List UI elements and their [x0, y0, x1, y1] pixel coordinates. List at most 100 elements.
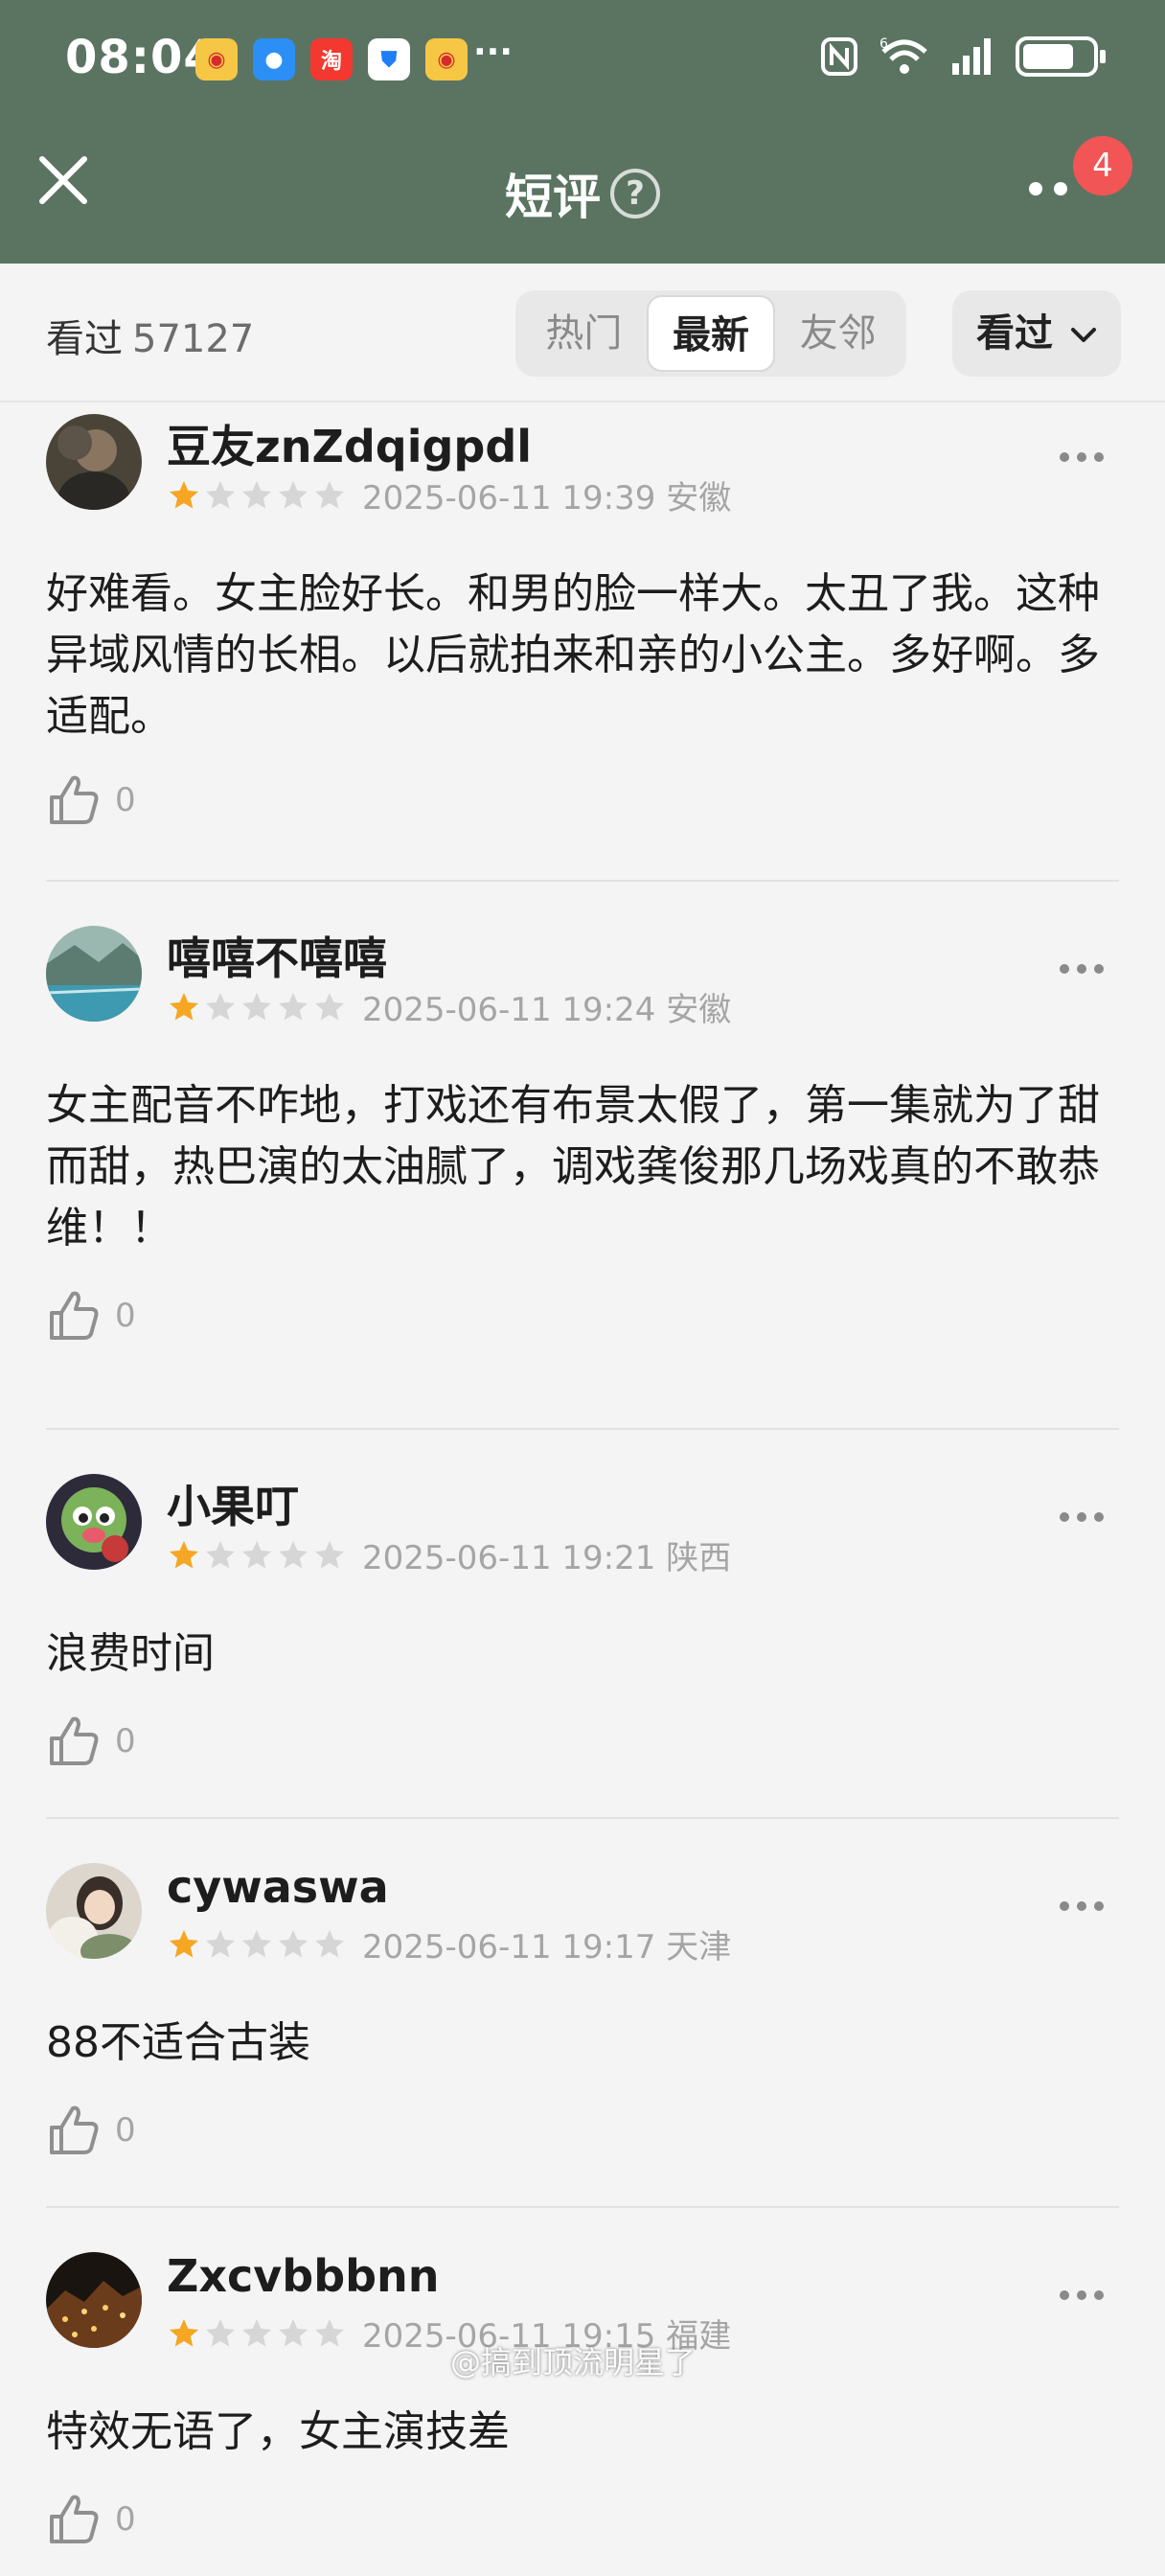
- rating-stars: [167, 2316, 347, 2351]
- star-empty-icon: [315, 992, 344, 1020]
- comment-item: cywaswa 2025-06-11 19:17 天津 88不适合古装 0: [46, 1852, 1119, 2208]
- taobao-icon: 淘: [310, 38, 353, 80]
- comment-more-icon[interactable]: [1060, 1512, 1104, 1522]
- star-empty-icon: [242, 480, 271, 508]
- comment-username[interactable]: 豆友znZdqigpdl: [167, 412, 532, 475]
- message-icon: ●: [253, 38, 295, 80]
- star-filled-icon: [170, 2318, 198, 2346]
- chevron-down-icon: [1070, 328, 1096, 342]
- like-count: 0: [115, 1722, 136, 1760]
- star-empty-icon: [206, 1929, 235, 1957]
- shield-icon: ⛊: [368, 38, 410, 80]
- watched-filter-dropdown[interactable]: 看过: [952, 290, 1121, 377]
- star-filled-icon: [170, 992, 198, 1020]
- comment-meta: 2025-06-11 19:17 天津: [167, 1920, 731, 1967]
- signal-icon: [952, 38, 991, 75]
- watched-count: 看过 57127: [46, 308, 254, 363]
- star-empty-icon: [242, 992, 271, 1020]
- comment-text: 浪费时间: [46, 1629, 215, 1678]
- comment-time-location: 2025-06-11 19:24 安徽: [362, 991, 732, 1029]
- star-empty-icon: [279, 992, 308, 1020]
- filter-bar: 看过 57127 热门 最新 友邻 看过: [0, 264, 1165, 402]
- weibo-icon: ◉: [425, 38, 468, 80]
- star-empty-icon: [315, 1540, 344, 1568]
- comment-more-icon[interactable]: [1060, 2290, 1104, 2300]
- nav-title-area: 短评?: [0, 159, 1165, 228]
- comment-text: 好难看。女主脸好长。和男的脸一样大。太丑了我。这种异域风情的长相。以后就拍来和亲…: [46, 569, 1100, 741]
- like-button[interactable]: 0: [46, 1288, 136, 1344]
- comment-username[interactable]: 嘻嘻不嘻嘻: [167, 924, 387, 987]
- star-empty-icon: [315, 1929, 344, 1957]
- battery-icon: [1016, 36, 1106, 77]
- like-count: 0: [115, 2111, 136, 2150]
- star-filled-icon: [170, 1540, 198, 1568]
- star-empty-icon: [206, 480, 235, 508]
- star-empty-icon: [242, 1540, 271, 1568]
- comment-meta: 2025-06-11 19:24 安徽: [167, 983, 731, 1030]
- star-empty-icon: [315, 480, 344, 508]
- app-header: 08:04 ◉ ● 淘 ⛊ ◉ ··· 6 短评? 4: [0, 0, 1165, 264]
- comment-text: 88不适合古装: [46, 2018, 310, 2067]
- rating-stars: [167, 990, 347, 1024]
- notification-badge[interactable]: 4: [1073, 136, 1132, 196]
- like-button[interactable]: 0: [46, 2492, 136, 2547]
- comment-item: 豆友znZdqigpdl 2025-06-11 19:39 安徽 好难看。女主脸…: [46, 402, 1119, 882]
- star-empty-icon: [242, 1929, 271, 1957]
- comment-meta: 2025-06-11 19:39 安徽: [167, 472, 731, 518]
- comment-username[interactable]: 小果叮: [167, 1472, 299, 1535]
- star-filled-icon: [170, 480, 198, 508]
- help-icon[interactable]: ?: [610, 169, 660, 218]
- thumbs-up-icon: [50, 775, 99, 824]
- comment-time-location: 2025-06-11 19:39 安徽: [362, 479, 732, 518]
- comment-username[interactable]: cywaswa: [167, 1861, 389, 1913]
- like-button[interactable]: 0: [46, 1714, 136, 1769]
- like-count: 0: [115, 781, 136, 819]
- watermark: @搞到顶流明星了: [450, 2344, 697, 2380]
- comment-text: 女主配音不咋地，打戏还有布景太假了，第一集就为了甜而甜，热巴演的太油腻了，调戏龚…: [46, 1081, 1100, 1253]
- comment-item: 小果叮 2025-06-11 19:21 陕西 浪费时间 0: [46, 1462, 1119, 1819]
- weibo-icon: ◉: [195, 38, 238, 80]
- like-button[interactable]: 0: [46, 2103, 136, 2158]
- status-overflow: ···: [473, 33, 514, 72]
- avatar[interactable]: [46, 926, 142, 1022]
- star-empty-icon: [279, 2318, 308, 2346]
- watched-filter-label: 看过: [976, 311, 1054, 356]
- nfc-icon: [821, 37, 857, 76]
- avatar[interactable]: [46, 1474, 142, 1570]
- comment-more-icon[interactable]: [1060, 1901, 1104, 1911]
- avatar[interactable]: [46, 2252, 142, 2348]
- star-empty-icon: [279, 480, 308, 508]
- avatar[interactable]: [46, 1863, 142, 1959]
- comment-list: 豆友znZdqigpdl 2025-06-11 19:39 安徽 好难看。女主脸…: [0, 402, 1165, 2576]
- watched-label: 看过: [46, 317, 123, 361]
- like-count: 0: [115, 2500, 136, 2539]
- comment-time-location: 2025-06-11 19:17 天津: [362, 1928, 732, 1966]
- star-empty-icon: [206, 1540, 235, 1568]
- comment-text: 特效无语了，女主演技差: [46, 2407, 510, 2456]
- system-icons: 6: [820, 36, 1106, 77]
- avatar[interactable]: [46, 414, 142, 510]
- status-time: 08:04: [65, 31, 217, 84]
- more-options-icon[interactable]: [1029, 182, 1067, 196]
- thumbs-up-icon: [50, 2105, 99, 2154]
- rating-stars: [167, 478, 347, 513]
- star-empty-icon: [242, 2318, 271, 2346]
- like-button[interactable]: 0: [46, 772, 136, 828]
- status-bar: 08:04 ◉ ● 淘 ⛊ ◉ ··· 6: [0, 0, 1165, 125]
- tab-hot[interactable]: 热门: [521, 295, 647, 372]
- comment-item: 嘻嘻不嘻嘻 2025-06-11 19:24 安徽 女主配音不咋地，打戏还有布景…: [46, 914, 1119, 1430]
- thumbs-up-icon: [50, 2495, 99, 2543]
- comment-username[interactable]: Zxcvbbbnn: [167, 2250, 440, 2302]
- star-empty-icon: [279, 1540, 308, 1568]
- comment-more-icon[interactable]: [1060, 964, 1104, 974]
- page-title: 短评: [505, 170, 601, 225]
- tab-friends[interactable]: 友邻: [775, 295, 901, 372]
- comment-time-location: 2025-06-11 19:21 陕西: [362, 1539, 732, 1577]
- wifi-icon: 6: [879, 36, 927, 74]
- tab-latest[interactable]: 最新: [646, 295, 776, 372]
- watched-count-number: 57127: [132, 317, 255, 361]
- comment-more-icon[interactable]: [1060, 452, 1104, 462]
- star-empty-icon: [315, 2318, 344, 2346]
- thumbs-up-icon: [50, 1291, 99, 1340]
- thumbs-up-icon: [50, 1716, 99, 1765]
